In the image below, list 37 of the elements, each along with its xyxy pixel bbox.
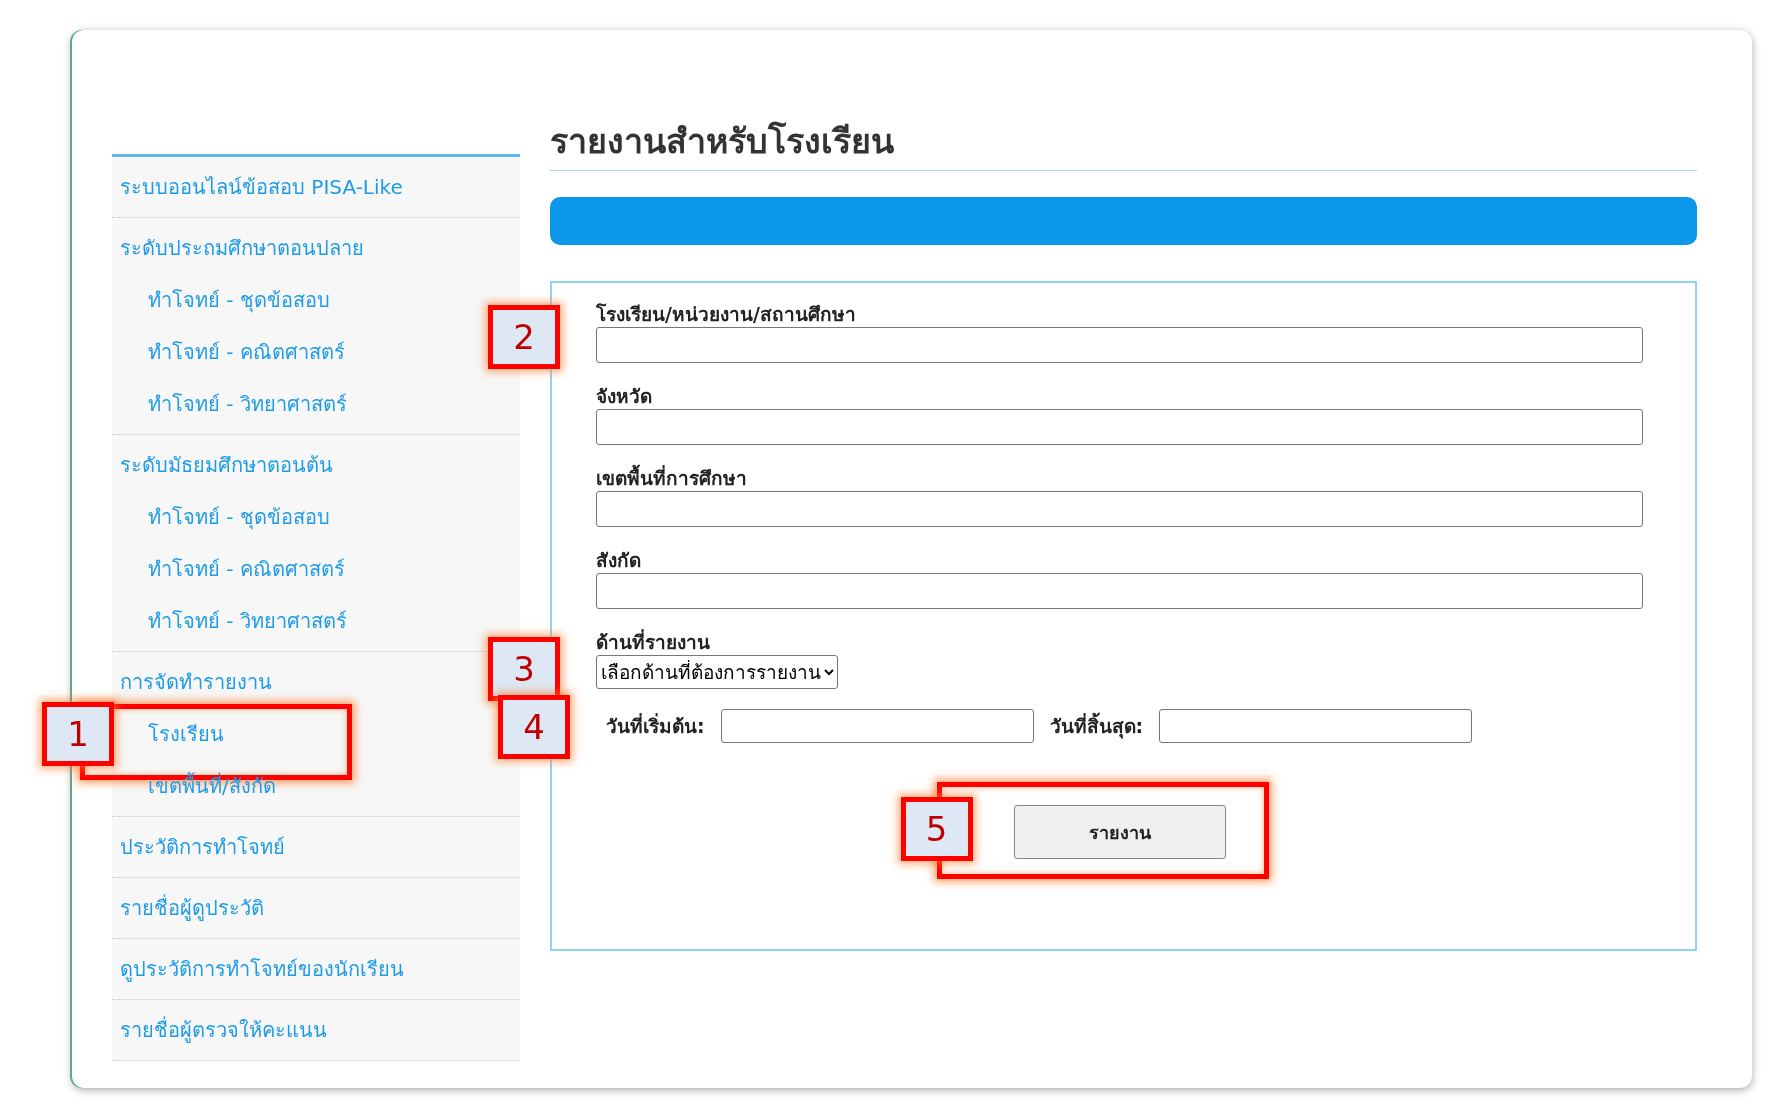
sidebar-item[interactable]: ทำโจทย์ - วิทยาศาสตร์ [148,388,347,420]
sidebar-item[interactable]: ทำโจทย์ - ชุดข้อสอบ [148,501,330,533]
input-field[interactable] [596,327,1643,363]
sidebar-item[interactable]: ระดับประถมศึกษาตอนปลาย [120,232,364,264]
field-label: วันที่สิ้นสุด: [1049,711,1144,741]
callout-number: 3 [488,637,560,701]
sidebar-item[interactable]: ทำโจทย์ - คณิตศาสตร์ [148,336,345,368]
field-label: เขตพื้นที่การศึกษา [596,465,1643,491]
field-label: จังหวัด [596,384,653,409]
field-label: โรงเรียน/หน่วยงาน/สถานศึกษา [596,302,857,327]
field-label: ด้านที่รายงาน [596,629,711,655]
input-field[interactable] [1159,709,1473,743]
sidebar-item[interactable]: ทำโจทย์ - วิทยาศาสตร์ [148,605,347,637]
field-label: วันที่เริ่มต้น: [606,712,705,739]
field-label: สังกัด [596,548,642,573]
callout-number: 5 [900,797,973,861]
sidebar-item[interactable]: รายชื่อผู้ดูประวัติ [120,892,264,924]
sidebar-item[interactable]: โรงเรียน [148,718,224,750]
input-field[interactable] [720,709,1034,743]
callout-number: 4 [498,695,570,759]
callout-number: 2 [488,305,560,369]
callout-number: 1 [42,702,114,766]
sidebar-item[interactable]: ทำโจทย์ - ชุดข้อสอบ [148,284,330,316]
report-button[interactable]: รายงาน [1013,805,1226,859]
page-title: รายงานสำหรับโรงเรียน [550,114,1697,171]
input-field[interactable] [596,491,1643,527]
sidebar-item[interactable]: ระบบออนไลน์ข้อสอบ PISA-Like [120,171,403,203]
input-field[interactable] [596,573,1643,609]
sidebar-item[interactable]: ดูประวัติการทำโจทย์ของนักเรียน [120,953,404,985]
sidebar-item[interactable]: ระดับมัธยมศึกษาตอนต้น [120,449,333,481]
sidebar-item[interactable]: เขตพื้นที่/สังกัด [148,770,276,802]
dropdown[interactable]: เลือกด้านที่ต้องการรายงาน [596,655,838,689]
sidebar-item[interactable]: การจัดทำรายงาน [120,666,272,698]
sidebar-item[interactable]: รายชื่อผู้ตรวจให้คะแนน [120,1014,327,1046]
input-field[interactable] [596,409,1643,445]
sidebar-item[interactable]: ทำโจทย์ - คณิตศาสตร์ [148,553,345,585]
sidebar-item[interactable]: ประวัติการทำโจทย์ [120,831,285,863]
